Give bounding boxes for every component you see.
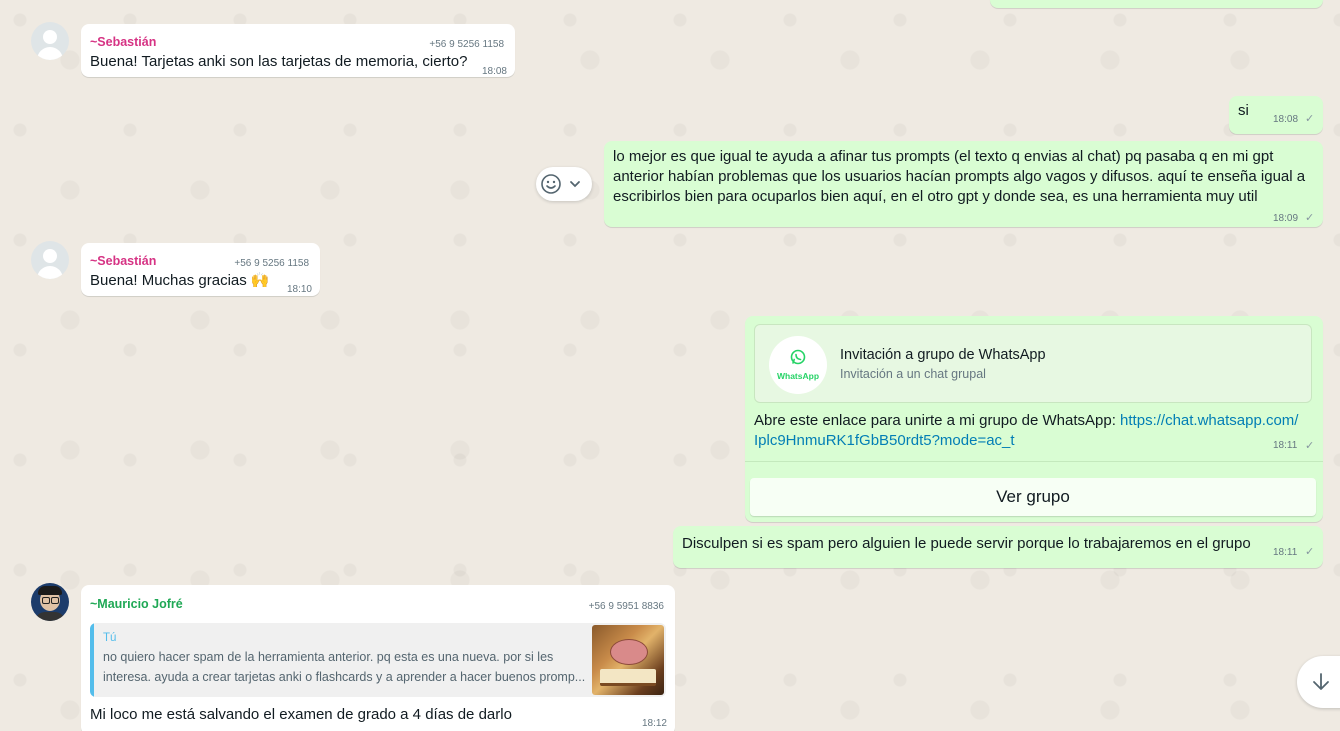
outgoing-message-3[interactable]: lo mejor es que igual te ayuda a afinar …: [604, 141, 1323, 227]
outgoing-message-6[interactable]: Disculpen si es spam pero alguien le pue…: [673, 526, 1323, 568]
message-time: 18:11: [1273, 547, 1298, 558]
person-icon: [43, 30, 57, 44]
invite-divider: [745, 461, 1323, 462]
partial-outgoing-message: [990, 0, 1323, 8]
message-text: Buena! Tarjetas anki son las tarjetas de…: [90, 53, 468, 70]
smiley-icon[interactable]: [540, 173, 562, 195]
quote-accent-bar: [90, 623, 94, 697]
avatar-sebastian[interactable]: [31, 22, 69, 60]
invite-text-prefix: Abre este enlace para unirte a mi grupo …: [754, 412, 1121, 429]
invite-link-part-1[interactable]: https://chat.whatsapp.com/: [1120, 412, 1298, 429]
quote-line-2: interesa. ayuda a crear tarjetas anki o …: [103, 670, 586, 684]
invite-message-text: Abre este enlace para unirte a mi grupo …: [754, 411, 1314, 451]
message-text: Buena! Muchas gracias 🙌: [90, 272, 270, 289]
quoted-message[interactable]: Tú no quiero hacer spam de la herramient…: [90, 623, 666, 697]
message-time: 18:12: [641, 718, 667, 729]
whatsapp-icon: [790, 349, 806, 365]
reaction-button[interactable]: [536, 167, 592, 201]
message-line-2: anterior habían problemas que los usuari…: [613, 168, 1306, 185]
avatar-sebastian[interactable]: [31, 241, 69, 279]
sent-check-icon: ✓: [1305, 212, 1315, 224]
sender-name[interactable]: ~Mauricio Jofré: [90, 594, 183, 614]
incoming-message-1[interactable]: ~Sebastián +56 9 5256 1158 Buena! Tarjet…: [81, 24, 515, 77]
message-text: si: [1238, 102, 1249, 119]
view-group-button[interactable]: Ver grupo: [750, 478, 1316, 516]
invite-subtitle: Invitación a un chat grupal: [840, 367, 986, 381]
quote-line-1: no quiero hacer spam de la herramienta a…: [103, 650, 554, 664]
whatsapp-logo: WhatsApp: [769, 336, 827, 394]
book-illustration: [600, 669, 656, 686]
sender-name[interactable]: ~Sebastián: [90, 32, 156, 52]
quote-author: Tú: [103, 632, 117, 644]
arrow-down-icon[interactable]: [1310, 671, 1332, 693]
sender-phone: +56 9 5951 8836: [588, 601, 664, 612]
message-time: 18:08: [481, 66, 507, 77]
scroll-to-bottom-button[interactable]: [1297, 656, 1340, 708]
sent-check-icon: ✓: [1305, 546, 1315, 558]
sent-check-icon: ✓: [1305, 113, 1315, 125]
invite-link-part-2[interactable]: Iplc9HnmuRK1fGbB50rdt5?mode=ac_t: [754, 432, 1015, 449]
sent-check-icon: ✓: [1305, 440, 1315, 452]
message-line-1: lo mejor es que igual te ayuda a afinar …: [613, 148, 1274, 165]
sender-name[interactable]: ~Sebastián: [90, 251, 156, 271]
incoming-message-4[interactable]: ~Sebastián +56 9 5256 1158 Buena! Muchas…: [81, 243, 320, 296]
quote-thumbnail-image: [592, 625, 664, 695]
message-time: 18:11: [1273, 440, 1298, 451]
brain-illustration: [610, 639, 648, 665]
avatar-mauricio[interactable]: [31, 583, 69, 621]
invite-title: Invitación a grupo de WhatsApp: [840, 347, 1046, 363]
person-icon: [43, 249, 57, 263]
message-time: 18:08: [1273, 114, 1299, 125]
message-line-3: escribirlos bien para ocuparlos bien aqu…: [613, 188, 1258, 205]
whatsapp-logo-text: WhatsApp: [776, 371, 820, 381]
message-time: 18:10: [286, 284, 312, 295]
group-invite-card[interactable]: WhatsApp Invitación a grupo de WhatsApp …: [754, 324, 1312, 403]
chevron-down-icon[interactable]: [568, 177, 582, 191]
message-time: 18:09: [1273, 213, 1299, 224]
message-text: Mi loco me está salvando el examen de gr…: [90, 706, 512, 723]
outgoing-message-2[interactable]: si 18:08 ✓: [1229, 96, 1323, 134]
message-text: Disculpen si es spam pero alguien le pue…: [682, 535, 1251, 552]
